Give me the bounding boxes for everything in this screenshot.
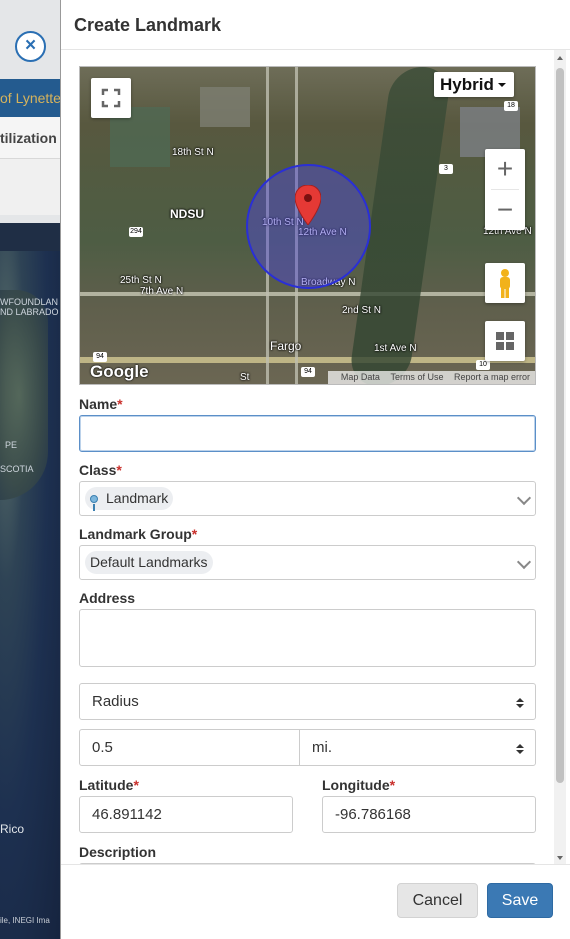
scrollbar-thumb[interactable] [556,68,564,783]
background-map-attribution: ile, INEGI Ima [0,916,50,925]
latitude-input[interactable]: 46.891142 [79,796,293,833]
select-arrows-icon [516,744,524,754]
background-map-label: SCOTIA [0,464,34,474]
terms-of-use-link[interactable]: Terms of Use [390,372,443,382]
create-landmark-dialog: Create Landmark 18th St N NDSU 7th Ave N… [60,0,570,939]
select-arrows-icon [516,698,524,708]
close-icon[interactable]: × [15,31,46,62]
class-select[interactable]: Landmark [79,481,536,516]
map-label: Fargo [270,339,302,353]
radius-unit-select[interactable]: mi. [299,729,536,766]
map-layers-button[interactable] [485,321,525,361]
background-map-label: WFOUNDLAN [0,297,58,307]
road-shield: 10 [476,360,490,370]
road-shield: 94 [301,367,315,377]
map-label: St [240,372,250,383]
map-label: 1st Ave N [374,343,417,354]
scroll-down-icon[interactable] [557,856,563,860]
radius-input[interactable]: 0.5 [79,729,300,766]
landmark-radius-circle [246,164,371,289]
road-shield: 18 [504,101,518,111]
road-shield: 3 [439,164,453,174]
zoom-out-button[interactable]: − [485,190,525,230]
report-map-error-link[interactable]: Report a map error [454,372,530,382]
map-label: 18th St N [172,147,214,158]
map-building-area [200,87,250,127]
background-selected-row: of Lynette [0,79,60,117]
fullscreen-button[interactable] [91,78,131,118]
address-label: Address [79,590,136,606]
map-label: 25th St N [120,275,162,286]
dialog-title: Create Landmark [74,15,222,35]
description-label: Description [79,844,157,860]
map-marker-icon[interactable] [295,185,321,225]
longitude-label: Longitude* [322,777,396,793]
scroll-up-icon[interactable] [557,56,563,60]
background-map-label: ND LABRADO [0,307,59,317]
road-shield: 294 [129,227,143,237]
map-label: 7th Ave N [140,286,184,297]
chevron-down-icon [516,554,532,570]
fullscreen-icon [101,88,121,108]
dialog-header: Create Landmark [61,0,570,50]
map-attribution: Map Data Terms of Use Report a map error [327,371,535,384]
background-panel [0,159,60,215]
map-data-link[interactable]: Map Data [341,372,380,382]
dialog-body: 18th St N NDSU 7th Ave N 12th Ave N 12th… [61,50,570,864]
map-label: NDSU [170,207,205,221]
landmark-pin-icon [90,495,98,511]
background-map-label: Rico [0,822,25,836]
zoom-in-button[interactable]: + [485,149,525,189]
road-shield: 94 [93,352,107,362]
landmark-group-select[interactable]: Default Landmarks [79,545,536,580]
dialog-scrollbar[interactable] [554,50,566,864]
cancel-button[interactable]: Cancel [397,883,478,918]
longitude-input[interactable]: -96.786168 [322,796,536,833]
address-textarea[interactable] [79,609,536,667]
background-section-tab: tilization [0,117,60,159]
background-app: × of Lynette tilization WFOUNDLAN ND LAB… [0,0,60,939]
grid-icon [496,332,514,350]
background-map-label: PE [5,440,18,450]
zoom-control: + − [485,149,525,230]
map-label: 2nd St N [342,305,381,316]
name-input[interactable] [79,415,536,452]
chevron-down-icon [498,83,506,87]
map-type-dropdown[interactable]: Hybrid [434,72,514,97]
shape-type-select[interactable]: Radius [79,683,536,720]
landmark-map[interactable]: 18th St N NDSU 7th Ave N 12th Ave N 12th… [79,66,536,385]
landmark-group-chip: Default Landmarks [85,551,213,574]
save-button[interactable]: Save [487,883,553,918]
pegman-icon [500,269,510,298]
chevron-down-icon [516,490,532,506]
google-logo: Google [90,362,149,381]
landmark-group-label: Landmark Group* [79,526,198,542]
name-label: Name* [79,396,123,412]
street-view-pegman-button[interactable] [485,263,525,303]
class-chip: Landmark [85,487,174,511]
class-label: Class* [79,462,122,478]
latitude-label: Latitude* [79,777,139,793]
dialog-footer: Cancel Save [61,864,570,939]
